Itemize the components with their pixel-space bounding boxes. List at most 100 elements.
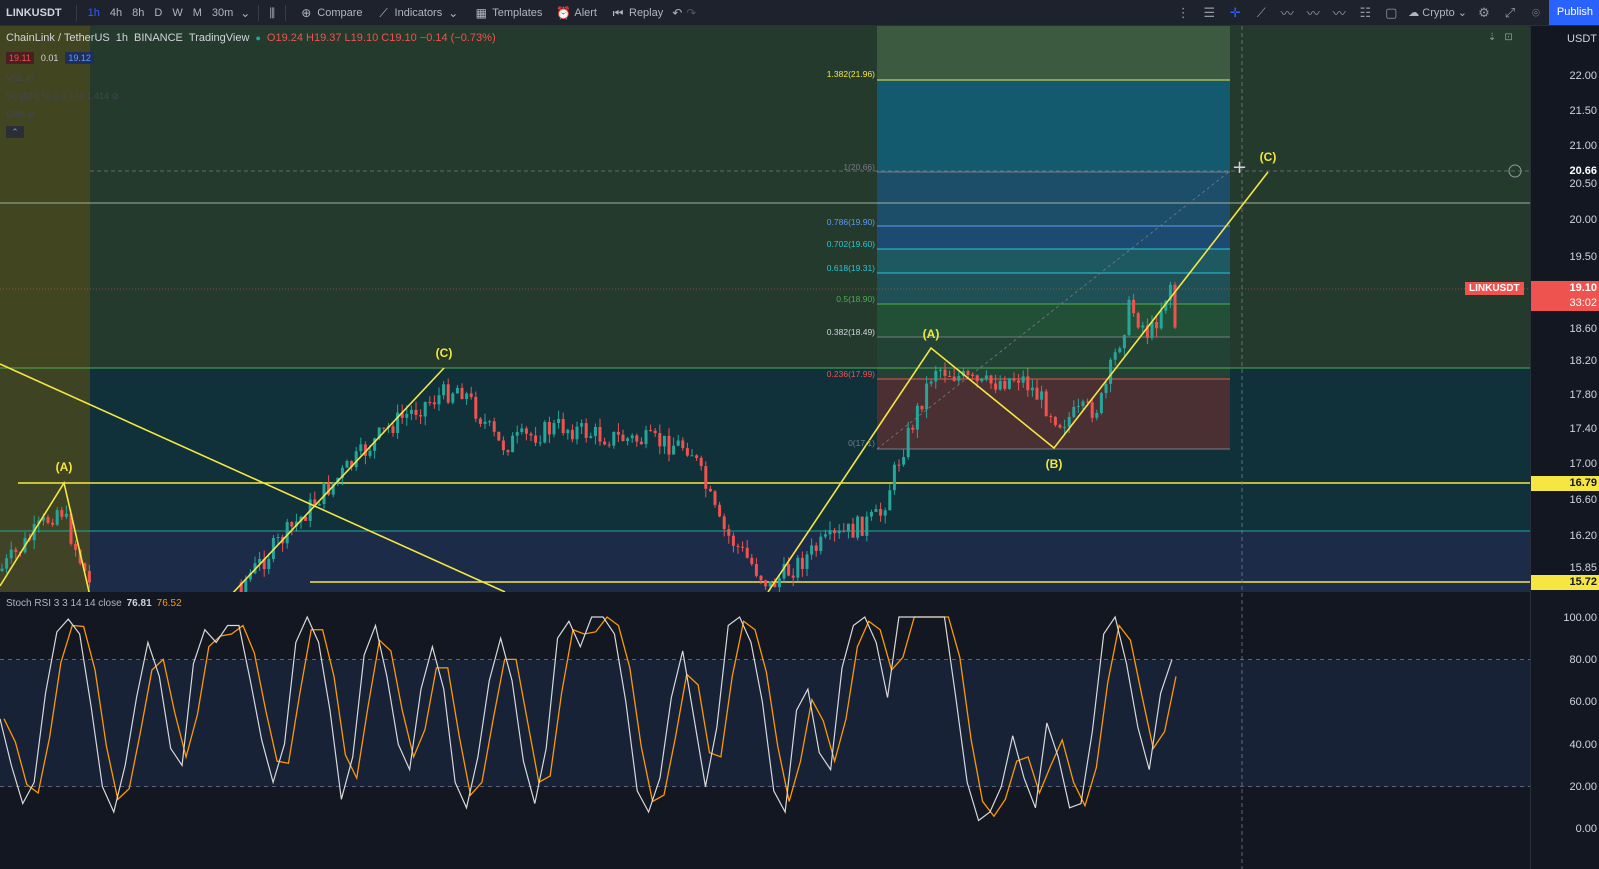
indicators-button[interactable]: ⟋ Indicators ⌄ — [370, 6, 468, 20]
candle-body — [1090, 402, 1094, 418]
gear-icon[interactable]: ⚙ — [1471, 0, 1497, 25]
candle-body — [842, 530, 846, 532]
candle-body — [722, 516, 726, 530]
trendline-icon[interactable]: ⟋ — [1248, 0, 1274, 25]
replay-button[interactable]: ⏮ Replay — [604, 6, 670, 20]
candle-body — [60, 510, 64, 517]
wave-icon[interactable]: 〰 — [1300, 0, 1326, 25]
crosshair-icon[interactable]: ✛ — [1222, 0, 1248, 25]
candle-body — [534, 435, 538, 443]
camera-icon[interactable]: ⌾ — [1523, 0, 1549, 25]
ohlc-values: O19.24 H19.37 L19.10 C19.10 −0.14 (−0.73… — [266, 32, 496, 44]
restore-icon[interactable]: ⊡ — [1504, 32, 1512, 43]
candle-body — [1072, 406, 1076, 417]
wave-label-b[interactable]: (B) — [1046, 457, 1063, 471]
fullscreen-icon[interactable]: ⤢ — [1497, 0, 1523, 25]
pane-controls: ⇣ ⊡ — [1488, 32, 1513, 43]
pattern-icon[interactable]: 〰 — [1274, 0, 1300, 25]
candle-body — [267, 559, 271, 570]
chevron-down-icon[interactable]: ⌄ — [238, 6, 252, 20]
timeframe-1h[interactable]: 1h — [83, 7, 105, 19]
candle-body — [515, 432, 519, 436]
bid-price[interactable]: 19.11 — [6, 52, 34, 64]
timeframe-d[interactable]: D — [149, 7, 167, 19]
candle-body — [791, 575, 795, 578]
hidden-indicator-vol[interactable]: VOL ⊘ — [6, 73, 34, 84]
collapse-legend-button[interactable]: ⌃ — [6, 126, 24, 138]
lines-icon[interactable]: ☰ — [1196, 0, 1222, 25]
wave-label-a-left[interactable]: (A) — [56, 460, 73, 474]
candle-body — [589, 436, 593, 438]
candle-body — [856, 516, 860, 538]
undo-icon[interactable]: ↶ — [670, 6, 684, 20]
eye-crossed-icon[interactable]: ⊘ — [26, 73, 34, 83]
symbol-search[interactable]: LINKUSDT — [0, 7, 70, 19]
fib-level-1382: 1.382(21.96) — [826, 69, 875, 79]
candle-body — [1040, 391, 1044, 400]
ask-price[interactable]: 19.12 — [65, 52, 94, 64]
candle-body — [524, 428, 528, 434]
stoch-rsi-pane[interactable] — [0, 593, 1530, 869]
candle-body — [736, 545, 740, 547]
indicators-icon: ⟋ — [379, 5, 388, 20]
fib-icon[interactable]: ☷ — [1352, 0, 1378, 25]
drag-handle-icon[interactable]: ⋮ — [1170, 0, 1196, 25]
candle-body — [547, 421, 551, 435]
timeframe-w[interactable]: W — [167, 7, 187, 19]
candle-body — [428, 402, 432, 404]
timeframe-8h[interactable]: 8h — [127, 7, 149, 19]
indicators-label: Indicators — [394, 6, 443, 19]
crypto-layout-button[interactable]: ☁ Crypto ⌄ — [1404, 6, 1471, 20]
price-axis[interactable]: USDT 22.00 21.50 21.00 20.50 20.00 19.50… — [1530, 26, 1599, 869]
wave-label-c-right[interactable]: (C) — [1260, 150, 1277, 164]
ticker-tag: LINKUSDT — [1465, 282, 1524, 295]
arrow-down-icon[interactable]: ⇣ — [1488, 32, 1496, 43]
candle-body — [460, 387, 464, 400]
wave-label-c-left[interactable]: (C) — [436, 346, 453, 360]
candle-body — [575, 426, 579, 440]
candle-body — [506, 450, 510, 453]
timeframe-4h[interactable]: 4h — [105, 7, 127, 19]
price-tick: 18.60 — [1569, 323, 1597, 335]
publish-button[interactable]: Publish — [1548, 0, 1599, 25]
crypto-label: Crypto — [1422, 6, 1455, 19]
rectangle-icon[interactable]: ▢ — [1378, 0, 1404, 25]
axis-unit: USDT — [1567, 33, 1597, 45]
candle-body — [1150, 321, 1154, 338]
price-tick: 16.20 — [1569, 530, 1597, 542]
eye-crossed-icon[interactable]: ⊘ — [28, 109, 36, 119]
candle-body — [621, 434, 625, 442]
fib-level-0: 0(17.1) — [848, 438, 875, 448]
hidden-indicator-ema[interactable]: EMA ⊘ — [6, 109, 35, 120]
timeframe-m[interactable]: M — [188, 7, 207, 19]
candles-icon[interactable]: ⫼ — [265, 6, 279, 20]
candle-body — [810, 545, 814, 555]
compare-button[interactable]: ⊕ Compare — [292, 6, 369, 20]
candle-body — [446, 384, 450, 403]
redo-icon[interactable]: ↷ — [684, 6, 698, 20]
candle-body — [538, 442, 542, 444]
fib-band-1 — [877, 172, 1230, 226]
candle-body — [322, 482, 326, 504]
chevron-up-icon: ⌃ — [11, 127, 19, 137]
price-chart[interactable]: + — [0, 26, 1530, 592]
candle-body — [598, 426, 602, 442]
candle-body — [994, 383, 998, 390]
candle-body — [0, 568, 4, 571]
eye-crossed-icon[interactable]: ⊘ — [112, 91, 120, 101]
templates-button[interactable]: ▦ Templates — [467, 6, 549, 20]
alarm-icon: ⏰ — [556, 5, 572, 20]
candle-body — [906, 427, 910, 458]
candle-body — [833, 530, 837, 534]
candle-body — [570, 429, 574, 440]
stoch-d-value: 76.52 — [156, 598, 182, 609]
price-tick: 18.20 — [1569, 355, 1597, 367]
candle-body — [437, 395, 441, 405]
timeframe-30m[interactable]: 30m — [207, 7, 238, 19]
fib-level-0786: 0.786(19.90) — [826, 217, 875, 227]
alert-button[interactable]: ⏰ Alert — [549, 6, 604, 20]
wave-label-a-right[interactable]: (A) — [923, 327, 940, 341]
hidden-indicator-sc[interactable]: SC [DN] 56 2.4 144 1.414 ⊘ — [6, 91, 119, 102]
candle-body — [64, 513, 68, 517]
zigzag-icon[interactable]: 〰 — [1326, 0, 1352, 25]
